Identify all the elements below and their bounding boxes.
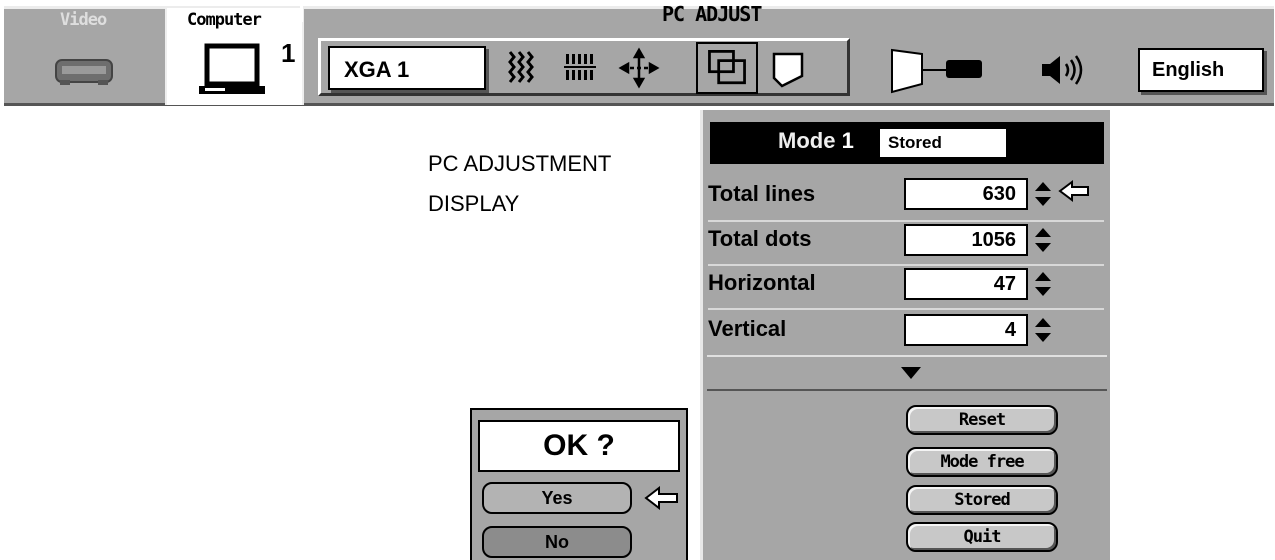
stored-button[interactable]: Stored xyxy=(906,485,1058,515)
monitor-icon xyxy=(199,43,265,94)
projector-screen-icon xyxy=(891,48,982,94)
position-icon[interactable] xyxy=(618,46,660,90)
fine-sync-icon[interactable] xyxy=(500,46,542,90)
horizontal-value[interactable]: 47 xyxy=(904,268,1028,300)
horizontal-spinner-icon[interactable] xyxy=(1032,268,1054,300)
mode-label: Mode xyxy=(778,128,836,153)
vertical-spinner-icon[interactable] xyxy=(1032,314,1054,346)
computer-input-number: 1 xyxy=(281,38,296,68)
no-button[interactable]: No xyxy=(482,526,632,558)
page-title: PC ADJUST xyxy=(662,2,762,26)
mode-status: Stored xyxy=(880,129,1006,157)
screen-icon[interactable] xyxy=(768,46,810,90)
row-separator xyxy=(708,264,1104,266)
tab-divider xyxy=(300,6,303,22)
row-separator xyxy=(708,308,1104,310)
top-menu-bar: Video Computer 1 PC ADJUST XGA 1 English xyxy=(0,0,1275,110)
tab-computer[interactable]: Computer 1 xyxy=(165,8,304,105)
tab-video-label: Video xyxy=(60,10,107,30)
vertical-value[interactable]: 4 xyxy=(904,314,1028,346)
row-label-total-dots: Total dots xyxy=(708,226,812,251)
total-dots-spinner-icon[interactable] xyxy=(1032,224,1054,256)
pc-adjust-icon[interactable] xyxy=(696,42,758,94)
caption-line-2: DISPLAY xyxy=(428,191,520,216)
speaker-icon[interactable] xyxy=(1038,52,1088,88)
row-label-horizontal: Horizontal xyxy=(708,270,816,295)
row-separator xyxy=(708,220,1104,222)
language-select[interactable]: English xyxy=(1138,48,1264,92)
yes-button[interactable]: Yes xyxy=(482,482,632,514)
total-dots-value[interactable]: 1056 xyxy=(904,224,1028,256)
tab-computer-label: Computer xyxy=(187,10,262,30)
mode-free-button[interactable]: Mode free xyxy=(906,447,1058,477)
down-arrow-icon xyxy=(901,367,921,379)
caption-line-1: PC ADJUSTMENT xyxy=(428,151,612,176)
selection-arrow-icon xyxy=(644,486,678,510)
total-dots-icon[interactable] xyxy=(560,46,602,90)
mode-select[interactable]: XGA 1 xyxy=(328,46,486,90)
mode-number: 1 xyxy=(841,128,854,153)
more-items-row[interactable] xyxy=(707,355,1107,391)
mode-title: Mode 1 xyxy=(778,128,854,154)
mode-header: Mode 1 Stored xyxy=(710,122,1104,164)
tab-video[interactable]: Video xyxy=(18,10,158,105)
total-lines-value[interactable]: 630 xyxy=(904,178,1028,210)
row-label-total-lines: Total lines xyxy=(708,181,816,206)
quit-button[interactable]: Quit xyxy=(906,522,1058,552)
confirm-question: OK ? xyxy=(478,420,680,472)
screen-caption: PC ADJUSTMENT DISPLAY xyxy=(428,144,611,224)
total-lines-spinner-icon[interactable] xyxy=(1032,178,1054,210)
selection-arrow-icon xyxy=(1058,180,1089,202)
reset-button[interactable]: Reset xyxy=(906,405,1058,435)
vcr-icon xyxy=(55,59,113,85)
row-label-vertical: Vertical xyxy=(708,316,787,341)
